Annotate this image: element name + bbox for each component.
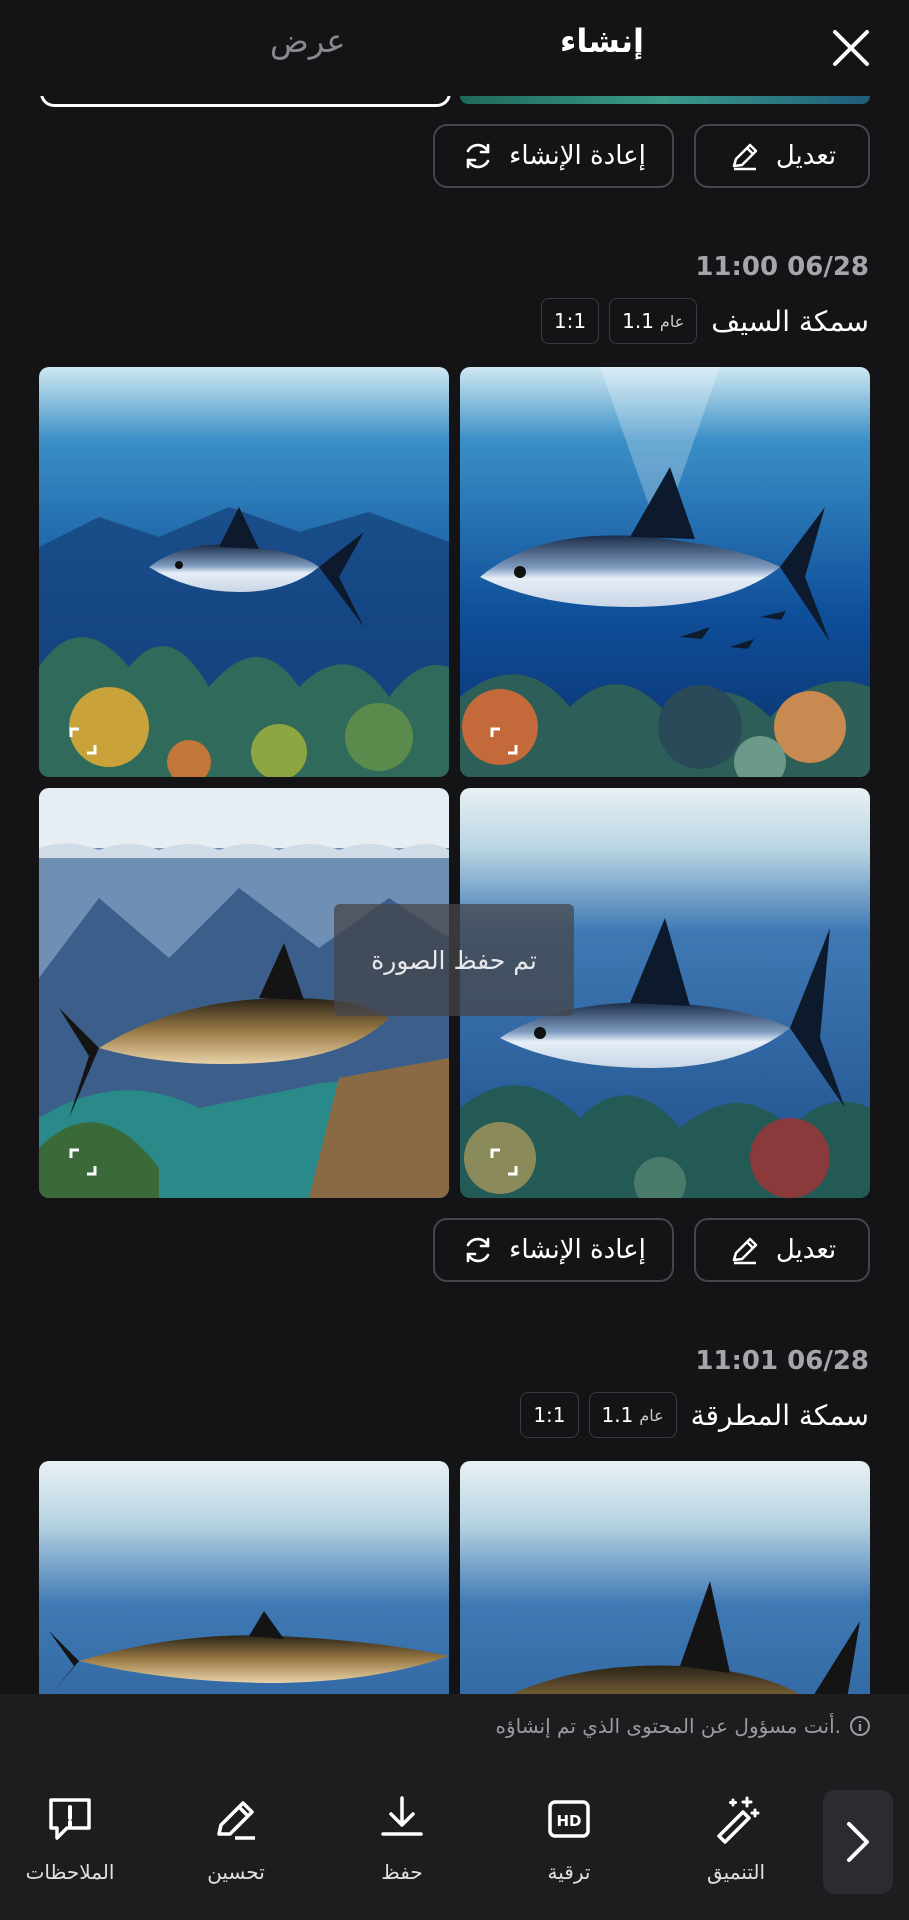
- edit-button[interactable]: تعديل: [694, 1218, 870, 1282]
- edit-label: تعديل: [775, 1235, 837, 1265]
- feedback-icon: [49, 1798, 91, 1840]
- chevron-right-icon: [847, 1822, 869, 1862]
- swordfish-image: [460, 367, 870, 777]
- disclaimer: أنت مسؤول عن المحتوى الذي تم إنشاؤه.: [495, 1714, 871, 1738]
- timestamp: 11:00 06/28: [695, 252, 869, 282]
- generated-image[interactable]: [39, 367, 449, 777]
- prompt-title: سمكة السيف: [711, 304, 869, 338]
- header: عرض إنشاء: [0, 0, 909, 96]
- model-tag: 1.1 عام: [609, 298, 698, 344]
- upscale-label: ترقية: [547, 1860, 591, 1884]
- feedback-button[interactable]: الملاحظات: [10, 1794, 130, 1884]
- info-icon[interactable]: [849, 1715, 871, 1737]
- magic-wand-icon: [717, 1796, 760, 1844]
- toast-message: تم حفظ الصورة: [334, 904, 574, 1016]
- refresh-icon: [466, 143, 490, 169]
- timestamp: 11:01 06/28: [695, 1346, 869, 1376]
- tab-create[interactable]: إنشاء: [560, 22, 644, 60]
- tab-view[interactable]: عرض: [270, 22, 345, 60]
- pencil-icon: [217, 1801, 255, 1840]
- generated-image[interactable]: [460, 1461, 870, 1694]
- bottom-panel: أنت مسؤول عن المحتوى الذي تم إنشاؤه. الم…: [0, 1694, 909, 1920]
- retouch-button[interactable]: التنميق: [676, 1794, 796, 1884]
- expand-icon[interactable]: [69, 1148, 97, 1176]
- upscale-button[interactable]: HD ترقية: [509, 1794, 629, 1884]
- edit-label: تعديل: [775, 141, 837, 171]
- generated-image[interactable]: [39, 1461, 449, 1694]
- expand-icon[interactable]: [69, 727, 97, 755]
- pencil-icon: [732, 143, 758, 171]
- next-button[interactable]: [823, 1790, 893, 1894]
- prompt-row: سمكة المطرقة 1.1 عام 1:1: [520, 1390, 869, 1440]
- prompt-title: سمكة المطرقة: [690, 1398, 869, 1432]
- generation-feed[interactable]: تعديل إعادة الإنشاء 11:00 06/28 سمكة الس…: [0, 0, 909, 1694]
- hammerhead-image: [39, 1461, 449, 1694]
- model-tag: 1.1 عام: [588, 1392, 677, 1438]
- refresh-icon: [466, 1237, 490, 1263]
- download-icon: [381, 1796, 423, 1836]
- retouch-label: التنميق: [707, 1860, 765, 1884]
- ratio-tag: 1:1: [520, 1392, 579, 1438]
- close-icon[interactable]: [831, 28, 871, 68]
- expand-icon[interactable]: [490, 727, 518, 755]
- ratio-tag: 1:1: [540, 298, 600, 344]
- pencil-icon: [732, 1237, 758, 1265]
- feedback-label: الملاحظات: [25, 1860, 115, 1884]
- expand-icon[interactable]: [490, 1148, 518, 1176]
- hammerhead-image: [460, 1461, 870, 1694]
- regenerate-button[interactable]: إعادة الإنشاء: [433, 1218, 674, 1282]
- improve-button[interactable]: تحسين: [176, 1794, 296, 1884]
- save-button[interactable]: حفظ: [342, 1794, 462, 1884]
- save-label: حفظ: [381, 1860, 423, 1884]
- regenerate-label: إعادة الإنشاء: [509, 141, 646, 171]
- edit-button[interactable]: تعديل: [694, 124, 870, 188]
- svg-text:HD: HD: [556, 1812, 581, 1830]
- improve-label: تحسين: [207, 1860, 265, 1884]
- swordfish-image: [39, 367, 449, 777]
- hd-icon: HD: [548, 1800, 590, 1838]
- regenerate-button[interactable]: إعادة الإنشاء: [433, 124, 674, 188]
- prompt-row: سمكة السيف 1.1 عام 1:1: [540, 296, 869, 346]
- generated-image[interactable]: [460, 367, 870, 777]
- regenerate-label: إعادة الإنشاء: [509, 1235, 646, 1265]
